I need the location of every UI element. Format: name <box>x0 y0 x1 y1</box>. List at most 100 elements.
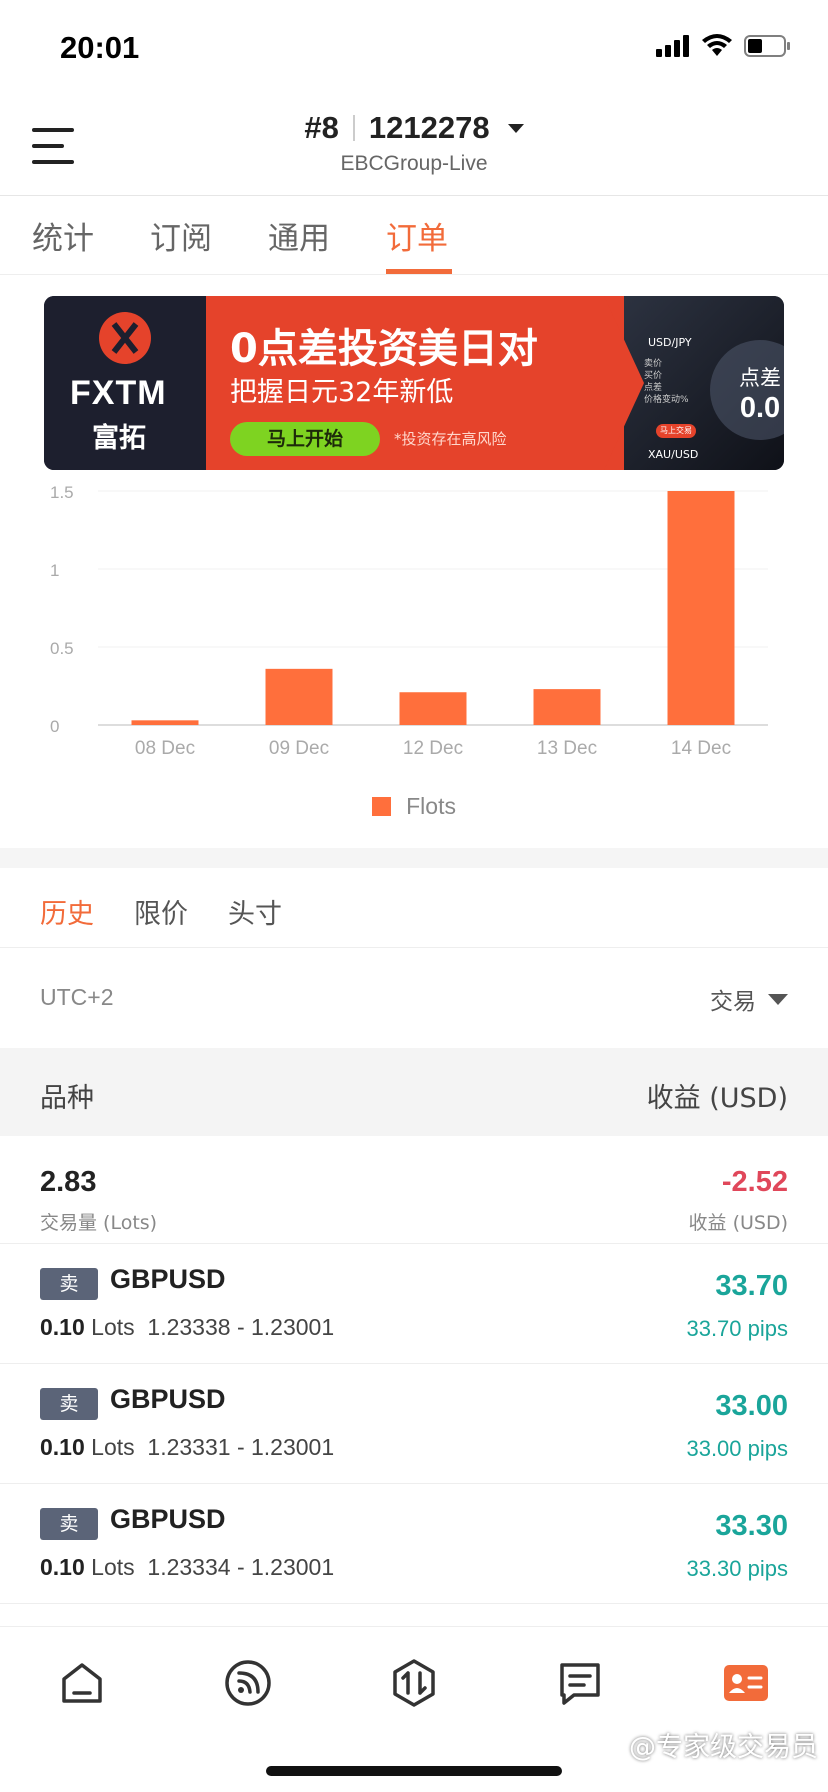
status-bar: 20:01 <box>0 0 828 100</box>
bar <box>131 720 199 725</box>
phone-pair-label: USD/JPY <box>648 336 692 349</box>
total-volume: 2.83 <box>40 1166 97 1198</box>
order-prices: 1.23334 - 1.23001 <box>147 1554 335 1580</box>
total-volume-label: 交易量 (Lots) <box>40 1212 158 1234</box>
filter-row: UTC+2 交易 <box>0 948 828 1048</box>
summary-row: 2.83 交易量 (Lots) -2.52 收益 (USD) <box>0 1136 828 1244</box>
tab-orders[interactable]: 订单 <box>386 213 448 258</box>
order-lots-unit: Lots <box>91 1314 135 1340</box>
tab-stats[interactable]: 统计 <box>32 213 94 258</box>
order-prices: 1.23331 - 1.23001 <box>147 1434 335 1460</box>
spread-badge: 点差 0.0 <box>710 340 784 440</box>
banner-risk-note: *投资存在高风险 <box>394 430 507 448</box>
legend-label: Flots <box>406 793 456 819</box>
account-number: 1212278 <box>368 110 490 145</box>
timezone-label: UTC+2 <box>40 984 114 1010</box>
order-pips: 33.00 pips <box>686 1436 788 1461</box>
tab-history[interactable]: 历史 <box>40 892 94 931</box>
banner-start-button[interactable]: 马上开始 <box>230 422 380 456</box>
x-tick-label: 14 Dec <box>671 738 731 759</box>
account-selector[interactable]: #8 1212278 EBCGroup-Live <box>0 110 828 176</box>
home-indicator <box>266 1766 562 1776</box>
nav-profile[interactable] <box>720 1657 772 1709</box>
app-header: #8 1212278 EBCGroup-Live <box>0 100 828 196</box>
order-detail: 0.10 Lots 1.23334 - 1.23001 <box>40 1554 334 1581</box>
nav-home[interactable] <box>56 1657 108 1709</box>
tab-limit[interactable]: 限价 <box>134 892 188 931</box>
feed-icon <box>225 1660 271 1706</box>
section-divider <box>0 848 828 868</box>
banner-arrow-shape <box>604 296 644 470</box>
home-icon <box>62 1663 102 1703</box>
tab-positions[interactable]: 头寸 <box>228 892 282 931</box>
status-time: 20:01 <box>60 30 140 65</box>
fxtm-mark-icon <box>99 312 151 364</box>
tab-general[interactable]: 通用 <box>268 213 330 258</box>
order-row[interactable]: 卖 GBPUSD 0.10 Lots 1.23334 - 1.23001 33.… <box>0 1484 828 1604</box>
spread-label: 点差 <box>739 366 781 390</box>
tab-subscribe[interactable]: 订阅 <box>150 213 212 258</box>
chart-svg: 0 0.5 1 1.5 08 Dec 09 Dec 12 Dec 13 Dec 14 Dec <box>50 483 768 759</box>
account-index: #8 <box>304 110 339 145</box>
order-symbol: GBPUSD <box>110 1384 226 1414</box>
promo-banner[interactable]: FXTM 富拓 USD/JPY 卖价 买价 点差 价格变动% 马上交易 XAU/… <box>44 296 784 470</box>
side-badge: 卖 <box>40 1388 98 1420</box>
brand-cn: 富拓 <box>92 423 146 454</box>
fxtm-logo: FXTM 富拓 <box>44 296 206 470</box>
cellular-signal-icon <box>656 35 689 57</box>
order-profit: 33.70 <box>715 1270 788 1302</box>
bar <box>265 668 333 725</box>
order-detail: 0.10 Lots 1.23338 - 1.23001 <box>40 1314 334 1341</box>
column-profit: 收益 (USD) <box>646 1083 788 1114</box>
total-profit-label: 收益 (USD) <box>688 1212 788 1234</box>
order-lots: 0.10 <box>40 1554 85 1580</box>
status-icons <box>656 34 792 58</box>
account-line[interactable]: #8 1212278 <box>304 110 524 146</box>
order-pips: 33.30 pips <box>686 1556 788 1581</box>
order-profit: 33.00 <box>715 1390 788 1422</box>
phone-row: 卖价 <box>644 359 663 369</box>
order-row[interactable]: 卖 GBPUSD 0.10 Lots 1.23338 - 1.23001 33.… <box>0 1244 828 1364</box>
column-symbol: 品种 <box>40 1083 94 1114</box>
y-tick-label: 0 <box>50 717 59 736</box>
nav-messages[interactable] <box>554 1657 606 1709</box>
message-icon <box>560 1663 600 1705</box>
volume-chart: 0 0.5 1 1.5 08 Dec 09 Dec 12 Dec 13 Dec 14 Dec <box>0 475 828 845</box>
total-profit: -2.52 <box>721 1166 788 1198</box>
phone-row: 买价 <box>644 371 663 381</box>
order-prices: 1.23338 - 1.23001 <box>147 1314 335 1340</box>
order-symbol: GBPUSD <box>110 1264 226 1294</box>
bar <box>533 689 601 725</box>
server-name: EBCGroup-Live <box>340 152 488 175</box>
profile-card-icon <box>724 1665 768 1701</box>
y-tick-label: 1.5 <box>50 483 74 502</box>
phone-rows: 卖价 买价 点差 价格变动% <box>644 358 689 406</box>
order-lots-unit: Lots <box>91 1554 135 1580</box>
order-detail: 0.10 Lots 1.23331 - 1.23001 <box>40 1434 334 1461</box>
table-header: 品种 收益 (USD) <box>0 1048 828 1136</box>
phone-trade-button: 马上交易 <box>656 424 696 438</box>
x-tick-label: 09 Dec <box>269 738 329 759</box>
trade-filter-label: 交易 <box>710 989 756 1015</box>
phone-row: 点差 <box>644 383 663 393</box>
y-tick-label: 1 <box>50 561 59 580</box>
order-pips: 33.70 pips <box>686 1316 788 1341</box>
battery-icon <box>744 35 790 57</box>
nav-trade[interactable] <box>388 1657 440 1709</box>
active-tab-indicator <box>386 269 452 274</box>
order-lots-unit: Lots <box>91 1434 135 1460</box>
trade-icon <box>393 1659 435 1707</box>
wifi-icon <box>702 34 732 56</box>
spread-value: 0.0 <box>739 392 781 424</box>
nav-feed[interactable] <box>222 1657 274 1709</box>
brand-en: FXTM <box>70 374 167 412</box>
order-row[interactable]: 卖 GBPUSD 0.10 Lots 1.23331 - 1.23001 33.… <box>0 1364 828 1484</box>
trade-filter-dropdown[interactable]: 交易 <box>710 982 788 1016</box>
banner-headline: 0点差投资美日对 <box>230 326 538 372</box>
banner-subtitle: 把握日元32年新低 <box>230 377 454 408</box>
bar <box>667 491 735 725</box>
order-lots: 0.10 <box>40 1314 85 1340</box>
order-profit: 33.30 <box>715 1510 788 1542</box>
dropdown-arrow-icon <box>768 993 788 1005</box>
top-tabs: 统计 订阅 通用 订单 <box>0 197 828 275</box>
